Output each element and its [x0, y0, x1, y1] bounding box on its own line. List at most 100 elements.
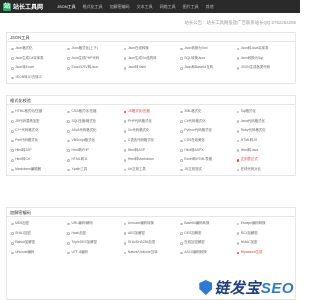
tool-link-label: Unicode编码: [15, 250, 35, 255]
shield-icon: [199, 280, 213, 295]
tool-link-label: Native/Unicode互转: [127, 250, 158, 255]
tool-link[interactable]: Html转ASPX: [180, 146, 236, 156]
top-navbar: 站 站长工具网 JSON工具 格式化工具 加解密编码 文本工具 网络工具 图片工具 其他: [0, 0, 300, 13]
tool-link[interactable]: Python代码格式化: [180, 126, 236, 136]
tool-link-label: SHA1加密: [15, 230, 31, 235]
nav-item[interactable]: 图片工具: [183, 0, 199, 13]
tool-link[interactable]: JS格式化/压缩: [123, 107, 180, 117]
tool-link[interactable]: Go代码格式化: [123, 126, 180, 136]
tool-link[interactable]: 在线代码对比: [236, 165, 293, 175]
tool-link[interactable]: Html转ASP: [123, 146, 180, 156]
tool-link-label: C++代码格式化: [15, 128, 39, 133]
bullet-icon: [123, 241, 127, 245]
bullet-icon: [11, 232, 14, 235]
tool-link[interactable]: CSS在线美化: [180, 136, 236, 146]
tool-link[interactable]: Excel转HTML表格: [180, 155, 236, 165]
logo-icon: 站: [3, 2, 11, 11]
tool-link[interactable]: TripleDES加解密: [67, 238, 123, 248]
nav-item[interactable]: 网络工具: [160, 0, 176, 13]
tool-link[interactable]: SHA1加密: [11, 229, 67, 239]
nav-item[interactable]: 格式化工具: [83, 0, 103, 13]
tool-link[interactable]: Json和Base64互转: [180, 63, 236, 73]
site-notice: 站长公告：站长工具网投放广告联系站长QQ:2762264258: [184, 20, 296, 25]
tool-link[interactable]: Html转C#: [11, 155, 67, 165]
tool-link[interactable]: Json格式化(上下): [67, 44, 123, 54]
tool-link[interactable]: C#代码格式化: [180, 117, 236, 127]
tool-link[interactable]: Hash加密: [67, 229, 123, 239]
tool-link-label: TripleDES加解密: [71, 240, 97, 245]
tool-link[interactable]: URL编码/解码: [67, 219, 123, 229]
tool-link[interactable]: Json转Yaml: [123, 63, 180, 73]
tool-link[interactable]: RC4加解密: [236, 229, 293, 239]
tool-link[interactable]: Unicode编码转换: [123, 219, 180, 229]
tool-link[interactable]: HMAC加密: [236, 238, 293, 248]
tool-link[interactable]: Unicode编码: [11, 248, 67, 258]
tool-link[interactable]: JS正则测试: [180, 165, 236, 175]
bullet-icon: [123, 129, 127, 133]
tool-link[interactable]: SQL压缩/格式化: [67, 117, 123, 127]
tool-link[interactable]: Html转PHP: [67, 146, 123, 156]
tool-link[interactable]: DES加解密: [180, 229, 236, 239]
tool-link[interactable]: VBScript格式化: [67, 136, 123, 146]
bullet-icon: [11, 168, 14, 172]
tool-link[interactable]: Markdown编辑器: [11, 165, 67, 175]
bullet-icon: [180, 120, 183, 123]
tool-link[interactable]: JS代码混淆加密: [11, 117, 67, 127]
tool-link[interactable]: Excel/CSV转Json: [67, 63, 123, 73]
tool-link[interactable]: JSON生成各类代码: [236, 63, 293, 73]
tool-link[interactable]: Java代码格式化: [236, 117, 293, 127]
tool-link[interactable]: SHA/SHA256加密: [123, 238, 180, 248]
section-title: 格式化校验: [7, 96, 295, 105]
tool-link[interactable]: Html转JSP: [11, 146, 67, 156]
tool-link[interactable]: 正则表达式: [236, 155, 293, 165]
bullet-icon: [180, 158, 183, 162]
tool-link[interactable]: Json转Java实体类: [236, 44, 293, 54]
tool-link[interactable]: Json在线转换: [123, 44, 180, 54]
tool-link[interactable]: Json生成Go结构体: [123, 54, 180, 64]
nav-item[interactable]: 加解密编码: [110, 0, 130, 13]
site-logo[interactable]: 站 站长工具网: [3, 2, 43, 11]
tool-link[interactable]: AES加解密: [123, 229, 180, 239]
tool-link[interactable]: Xpath工具: [67, 165, 123, 175]
tool-link[interactable]: Rabbit加解密: [11, 238, 67, 248]
tool-link[interactable]: Json格式化: [11, 44, 67, 54]
tool-link[interactable]: C++代码格式化: [11, 126, 67, 136]
tool-link[interactable]: Perl代码格式化: [11, 136, 67, 146]
tool-link[interactable]: Html转Markdown: [123, 155, 180, 165]
tool-link[interactable]: Url正则工具: [123, 165, 180, 175]
tool-link[interactable]: Native/Unicode互转: [123, 248, 180, 258]
tool-link[interactable]: CSS格式化/压缩: [67, 107, 123, 117]
tool-link[interactable]: Ruby代码格式化: [236, 126, 293, 136]
tool-link[interactable]: Htpasswd生成: [236, 248, 293, 258]
tool-link[interactable]: Base64编码转换: [180, 219, 236, 229]
tool-link[interactable]: HTML格式化/压缩: [11, 107, 67, 117]
nav-item[interactable]: 文本工具: [137, 0, 153, 13]
tool-link[interactable]: HTML转JS: [236, 136, 293, 146]
tool-link[interactable]: Html转Java: [236, 146, 293, 156]
bullet-icon: [180, 232, 183, 235]
bullet-icon: [180, 241, 183, 245]
tool-link[interactable]: Escape编码转换: [236, 219, 293, 229]
tool-link[interactable]: JSON转义/去转义: [11, 73, 67, 83]
tool-link[interactable]: Json转Excel: [11, 63, 67, 73]
tool-link[interactable]: Sql格式化: [236, 107, 293, 117]
tool-link[interactable]: PHP代码格式化: [123, 117, 180, 127]
tool-link[interactable]: Json生成PHP代码: [67, 54, 123, 64]
tool-link[interactable]: UTF-8编码: [67, 248, 123, 258]
nav-item[interactable]: JSON工具: [57, 0, 76, 13]
bullet-icon: [67, 47, 70, 51]
tool-link[interactable]: Json转换为Sql: [236, 54, 293, 64]
tool-link[interactable]: Json转换为Xml: [180, 44, 236, 54]
tool-link[interactable]: C语言代码格式化: [123, 136, 180, 146]
tool-link[interactable]: ASCII编码转换: [180, 248, 236, 258]
tool-link[interactable]: Json生成C#实体类: [11, 54, 67, 64]
tool-link-label: 在线代码对比: [240, 167, 262, 172]
tool-link[interactable]: 在线加密解密: [180, 238, 236, 248]
tool-link[interactable]: HTML转义: [67, 155, 123, 165]
tool-link[interactable]: MD5加密: [11, 219, 67, 229]
tool-link[interactable]: JAVA代码格式化: [67, 126, 123, 136]
nav-item[interactable]: 其他: [206, 0, 214, 13]
tool-link[interactable]: SQL转换Json: [180, 54, 236, 64]
bullet-icon: [67, 129, 70, 133]
tool-link[interactable]: XML格式化: [180, 107, 236, 117]
